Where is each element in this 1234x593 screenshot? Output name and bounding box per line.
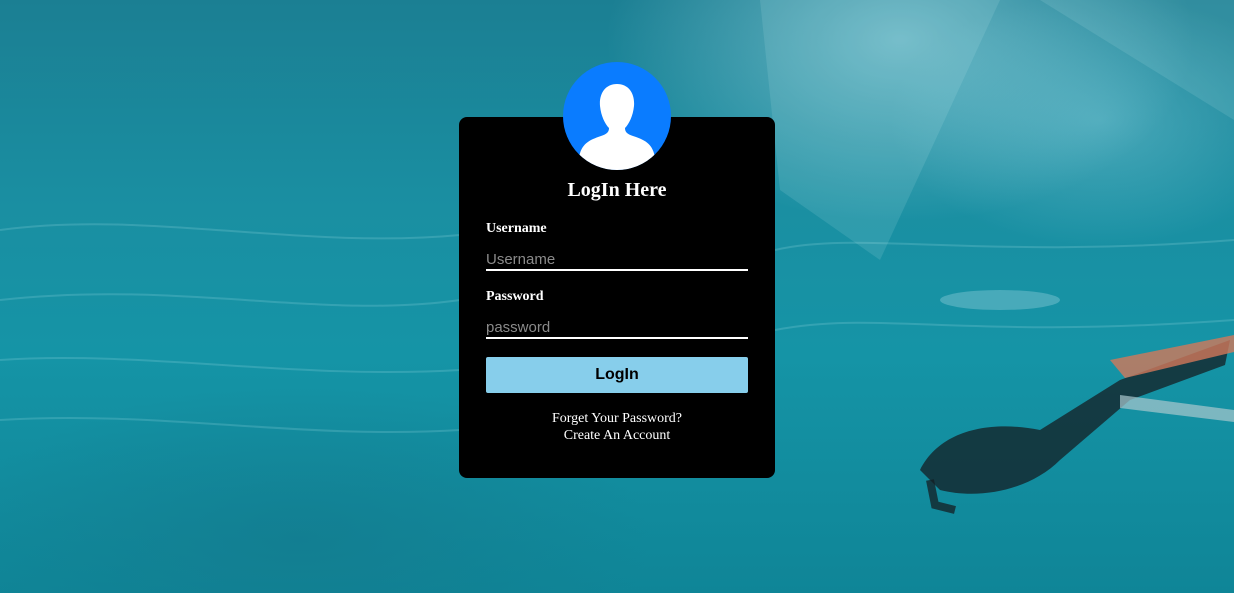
username-label: Username — [486, 221, 547, 236]
forgot-password-link[interactable]: Forget Your Password? — [459, 411, 775, 427]
password-label: Password — [486, 289, 544, 304]
user-silhouette-icon — [579, 84, 655, 170]
username-input[interactable] — [486, 249, 748, 271]
login-card: LogIn Here Username Password LogIn Forge… — [459, 62, 775, 478]
create-account-link[interactable]: Create An Account — [459, 428, 775, 444]
page-title: LogIn Here — [567, 179, 667, 201]
login-button[interactable]: LogIn — [486, 357, 748, 393]
avatar — [563, 62, 671, 170]
password-input[interactable] — [486, 317, 748, 339]
